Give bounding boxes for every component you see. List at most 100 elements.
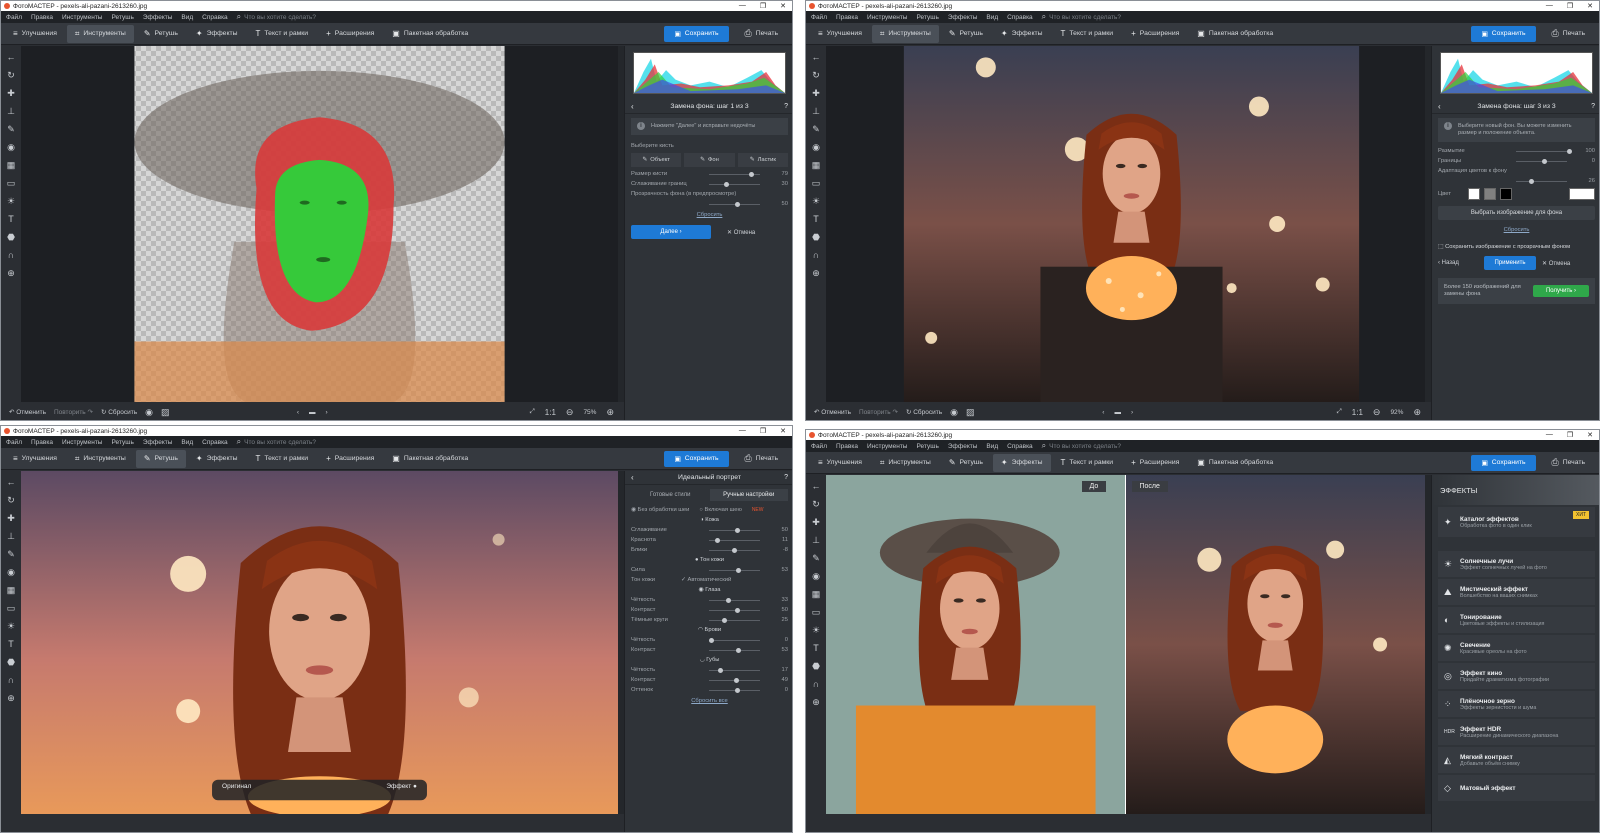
tab-4[interactable]: T Текст и рамки (248, 25, 317, 43)
fit-icon[interactable]: ⤢ (1337, 408, 1342, 416)
menu-item-1[interactable]: Правка (836, 443, 858, 450)
tool-icon-7[interactable]: ▭ (7, 603, 16, 614)
tool-icon-7[interactable]: ▭ (7, 178, 16, 189)
save-button[interactable]: ▣ Сохранить (664, 25, 729, 42)
print-button[interactable]: ⎙ Печать (1542, 28, 1595, 39)
color-picker[interactable] (1569, 188, 1595, 200)
tool-icon-1[interactable]: ↻ (7, 70, 15, 81)
s1-slider-1-slider[interactable] (709, 181, 760, 187)
back-icon[interactable]: ‹ (631, 102, 634, 111)
tool-icon-4[interactable]: ✎ (812, 553, 820, 564)
s3-slider-1-slider[interactable] (1516, 158, 1567, 164)
save-button[interactable]: ▣ Сохранить (664, 450, 729, 467)
minimize-button[interactable]: — (1546, 2, 1553, 10)
print-button[interactable]: ⎙ Печать (735, 453, 788, 464)
tool-icon-5[interactable]: ◉ (7, 567, 15, 578)
menu-item-6[interactable]: Справка (1007, 443, 1033, 450)
color-swatch-1[interactable] (1484, 188, 1496, 200)
tool-icon-8[interactable]: ☀ (812, 625, 820, 636)
s3-slider-0-handle[interactable] (1567, 148, 1572, 154)
search-input[interactable]: ⌕ Что вы хотите сделать? (237, 12, 316, 22)
tab-5[interactable]: + Расширения (1123, 25, 1187, 43)
tool-icon-11[interactable]: ∩ (8, 250, 14, 261)
back-button[interactable]: ‹ Назад (1438, 260, 1478, 266)
photo-canvas[interactable] (21, 46, 618, 402)
adapt-slider[interactable] (1516, 178, 1567, 184)
next-icon[interactable]: › (1131, 409, 1133, 416)
menu-item-6[interactable]: Справка (202, 439, 228, 446)
close-button[interactable]: ✕ (1587, 431, 1593, 439)
lips-0-handle[interactable] (717, 667, 723, 673)
tab-6[interactable]: ▣ Пакетная обработка (384, 25, 476, 43)
tool-icon-3[interactable]: ⊥ (812, 106, 820, 117)
compare-labels[interactable]: Оригинал Эффект ● (222, 783, 417, 790)
menu-item-2[interactable]: Инструменты (62, 439, 103, 446)
effect-item-8[interactable]: ◭ Мягкий контраст Добавьте объём снимку (1438, 747, 1595, 773)
maximize-button[interactable]: ❐ (760, 2, 766, 10)
tool-icon-1[interactable]: ↻ (7, 495, 15, 506)
menu-item-5[interactable]: Вид (181, 14, 193, 21)
tool-icon-11[interactable]: ∩ (8, 675, 14, 686)
tab-4[interactable]: T Текст и рамки (1053, 25, 1122, 43)
tool-icon-8[interactable]: ☀ (812, 196, 820, 207)
compare-icon[interactable]: ▨ (966, 407, 975, 418)
reset-link[interactable]: Сбросить (1432, 224, 1599, 236)
option-no-neck[interactable]: ◉ Без обработки шеи (631, 507, 689, 513)
menu-item-0[interactable]: Файл (6, 14, 22, 21)
minimize-button[interactable]: — (739, 427, 746, 435)
tool-icon-4[interactable]: ✎ (812, 124, 820, 135)
tab-0[interactable]: ≡ Улучшения (810, 454, 870, 472)
brows-1-handle[interactable] (736, 647, 742, 653)
menu-item-2[interactable]: Инструменты (867, 14, 908, 21)
tab-0[interactable]: ≡ Улучшения (5, 25, 65, 43)
tool-icon-9[interactable]: T (813, 214, 819, 225)
minimize-button[interactable]: — (1546, 431, 1553, 439)
transparency-slider[interactable] (709, 201, 760, 207)
tab-3[interactable]: ✦ Эффекты (188, 450, 246, 468)
tool-icon-2[interactable]: ✚ (812, 88, 820, 99)
tool-icon-8[interactable]: ☀ (7, 196, 15, 207)
eyes-2-handle[interactable] (721, 617, 727, 623)
tool-icon-10[interactable]: ⬣ (7, 232, 15, 243)
folder-icon[interactable]: ▬ (309, 409, 316, 416)
tool-icon-4[interactable]: ✎ (7, 124, 15, 135)
tab-1[interactable]: ⌗ Инструменты (67, 450, 134, 468)
tool-icon-11[interactable]: ∩ (813, 250, 819, 261)
photo-canvas[interactable] (826, 46, 1425, 402)
prev-icon[interactable]: ‹ (297, 409, 299, 416)
reset-link[interactable]: Сбросить (625, 209, 792, 221)
eyes-0-slider[interactable] (709, 597, 760, 603)
tool-icon-9[interactable]: T (813, 643, 819, 654)
tool-icon-2[interactable]: ✚ (7, 88, 15, 99)
tone-0-slider[interactable] (709, 567, 760, 573)
effect-item-4[interactable]: ✺ Свечение Красивые ореолы на фото (1438, 635, 1595, 661)
tool-icon-4[interactable]: ✎ (7, 549, 15, 560)
close-button[interactable]: ✕ (780, 2, 786, 10)
save-button[interactable]: ▣ Сохранить (1471, 25, 1536, 42)
tab-4[interactable]: T Текст и рамки (248, 450, 317, 468)
menu-item-1[interactable]: Правка (31, 14, 53, 21)
transparency-handle[interactable] (734, 201, 740, 207)
menu-item-2[interactable]: Инструменты (62, 14, 103, 21)
get-button[interactable]: Получить › (1533, 285, 1589, 297)
tab-1[interactable]: ⌗ Инструменты (871, 24, 939, 43)
menu-item-4[interactable]: Эффекты (143, 14, 173, 21)
save-transparent-link[interactable]: ⬚ Сохранить изображение с прозрачным фон… (1432, 242, 1599, 252)
maximize-button[interactable]: ❐ (1567, 431, 1573, 439)
effect-item-3[interactable]: ◐ Тонирование Цветовые эффекты и стилизаци… (1438, 607, 1595, 633)
tool-icon-12[interactable]: ⊕ (812, 697, 820, 708)
maximize-button[interactable]: ❐ (1567, 2, 1573, 10)
eyes-1-slider[interactable] (709, 607, 760, 613)
save-button[interactable]: ▣ Сохранить (1471, 454, 1536, 471)
tab-2[interactable]: ✎ Ретушь (941, 25, 991, 43)
cancel-button[interactable]: ✕ Отмена (1542, 260, 1570, 267)
brows-0-slider[interactable] (709, 637, 760, 643)
eyes-1-handle[interactable] (734, 607, 740, 613)
fit-icon[interactable]: ⤢ (530, 408, 535, 416)
tool-icon-1[interactable]: ↻ (812, 499, 820, 510)
effect-item-9[interactable]: ◇ Матовый эффект (1438, 775, 1595, 801)
zoom-out-icon[interactable]: ⊖ (1373, 407, 1381, 418)
tool-icon-6[interactable]: ▦ (812, 160, 821, 171)
compare-icon[interactable]: ▨ (161, 407, 170, 418)
tool-icon-3[interactable]: ⊥ (812, 535, 820, 546)
